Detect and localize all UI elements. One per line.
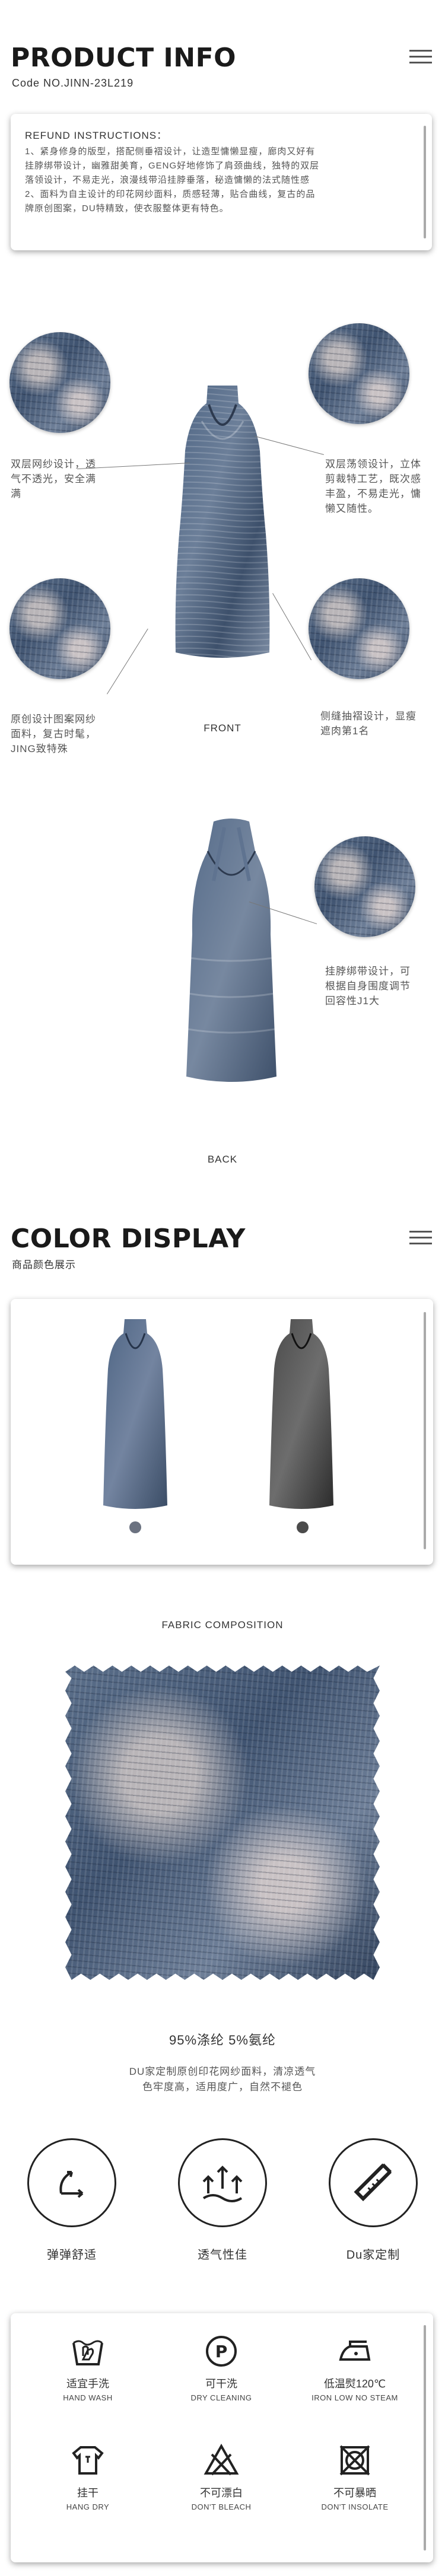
fabric-composition: 95%涤纶 5%氨纶 (169, 2033, 276, 2048)
no-tumble-dry-icon (339, 2445, 370, 2476)
color-display-title: COLOR DISPLAY (11, 1224, 246, 1254)
stretch-arrows-icon (27, 2138, 116, 2227)
refund-line: 挂脖绑带设计，幽雅甜美育，GENG好地修饰了肩颈曲线，独特的双层 (25, 161, 320, 171)
care-item-iron-low: 低温熨120℃ IRON LOW NO STEAM (295, 2335, 414, 2402)
detail-circle-pattern (9, 578, 110, 679)
iron-low-icon (339, 2341, 371, 2361)
care-item-no-insolate: 不可暴晒 DON'T INSOLATE (295, 2444, 414, 2511)
card-scrollbar[interactable] (424, 1312, 426, 1549)
refund-title: REFUND INSTRUCTIONS： (25, 130, 168, 141)
care-item-hang-dry: 挂干 HANG DRY (28, 2444, 147, 2511)
note-side-ruching: 侧缝抽褶设计，显瘦 遮肉第1名 (320, 711, 417, 737)
fabric-swatch-image (65, 1666, 380, 1980)
page-title: PRODUCT INFO (11, 43, 237, 73)
dry-cleaning-icon: P (206, 2336, 237, 2367)
color-display-subtitle: 商品颜色展示 (12, 1259, 76, 1271)
care-en: HANG DRY (66, 2502, 110, 2511)
care-en: DON'T BLEACH (191, 2502, 252, 2511)
refund-line: 2、面料为自主设计的印花网纱面料，质感轻薄，贴合曲线，复古的品 (25, 189, 316, 199)
care-item-hand-wash: 适宜手洗 HAND WASH (28, 2335, 147, 2402)
note-double-cowl: 双层荡领设计，立体 剪裁特工艺，既次感 丰盈，不易走光，慵 懒又随性。 (325, 458, 421, 514)
detail-circle-halter-tie (314, 836, 415, 937)
care-en: DON'T INSOLATE (321, 2502, 389, 2511)
no-bleach-icon (204, 2443, 239, 2476)
detail-circle-fabric (9, 332, 110, 433)
hang-dry-icon (72, 2446, 104, 2475)
detail-circle-neckline (309, 323, 409, 424)
back-dress-image (186, 819, 276, 1082)
care-zh: 可干洗 (205, 2378, 237, 2390)
menu-icon[interactable] (409, 1231, 432, 1247)
care-en: IRON LOW NO STEAM (312, 2393, 398, 2402)
hand-wash-icon (72, 2340, 103, 2365)
refund-line: 落领设计，不易走光，浪漫线带沿挂脖垂落，秘造慵懒的法式随性感 (25, 175, 310, 185)
menu-icon[interactable] (409, 50, 432, 66)
fabric-desc-line: DU家定制原创印花网纱面料，清凉透气 (129, 2066, 316, 2077)
care-zh: 适宜手洗 (66, 2378, 109, 2390)
dress-color-blue[interactable] (94, 1316, 177, 1511)
care-zh: 挂干 (77, 2487, 98, 2499)
breathable-arrows-icon (178, 2138, 267, 2227)
color-swatch-blue[interactable] (129, 1521, 141, 1533)
note-original-print: 原创设计图案网纱 面料，复古时髦， JING致特殊 (11, 714, 96, 754)
leader-line (107, 628, 148, 695)
ruler-pencil-icon (329, 2138, 418, 2227)
feature-label: 弹弹舒适 (47, 2249, 97, 2262)
care-en: DRY CLEANING (190, 2393, 252, 2402)
card-scrollbar[interactable] (424, 2325, 426, 2550)
fabric-heading: FABRIC COMPOSITION (161, 1619, 284, 1631)
care-card: 适宜手洗 HAND WASH P 可干洗 DRY CLEANING 低温熨120… (11, 2313, 433, 2562)
feature-label: 透气性佳 (198, 2249, 247, 2262)
care-zh: 低温熨120℃ (323, 2378, 386, 2390)
refund-line: 1、紧身修身的版型，搭配侧垂褶设计，让造型慵懒显瘦，廊肉又好有 (25, 147, 316, 157)
note-halter-tie: 挂脖绑带设计，可 根据自身围度调节 回容性J1大 (325, 966, 411, 1007)
refund-card: REFUND INSTRUCTIONS： 1、紧身修身的版型，搭配侧垂褶设计，让… (11, 114, 432, 250)
back-label: BACK (207, 1154, 238, 1165)
note-double-mesh: 双层网纱设计，透 气不透光，安全满 满 (11, 458, 96, 499)
feature-label: Du家定制 (346, 2249, 401, 2262)
front-dress-image (175, 386, 270, 658)
care-zh: 不可漂白 (200, 2487, 243, 2499)
svg-text:P: P (215, 2342, 228, 2361)
care-item-no-bleach: 不可漂白 DON'T BLEACH (162, 2443, 281, 2511)
card-scrollbar[interactable] (424, 126, 426, 238)
care-zh: 不可暴晒 (333, 2487, 376, 2499)
color-card (11, 1299, 433, 1565)
refund-line: 牌原创图案，DU特精致，使衣服整体更有特色。 (25, 203, 229, 214)
care-item-dry-cleaning: P 可干洗 DRY CLEANING (162, 2335, 281, 2402)
color-swatch-black[interactable] (297, 1521, 309, 1533)
front-label: FRONT (204, 722, 241, 734)
refund-text: 1、紧身修身的版型，搭配侧垂褶设计，让造型慵懒显瘦，廊肉又好有 挂脖绑带设计，幽… (25, 145, 411, 216)
product-code: Code NO.JINN-23L219 (12, 77, 134, 89)
fabric-desc-line: 色牢度高，适用度广，自然不褪色 (142, 2081, 303, 2093)
dress-color-black[interactable] (260, 1316, 343, 1511)
detail-circle-side-ruching (309, 578, 409, 679)
care-en: HAND WASH (63, 2393, 113, 2402)
